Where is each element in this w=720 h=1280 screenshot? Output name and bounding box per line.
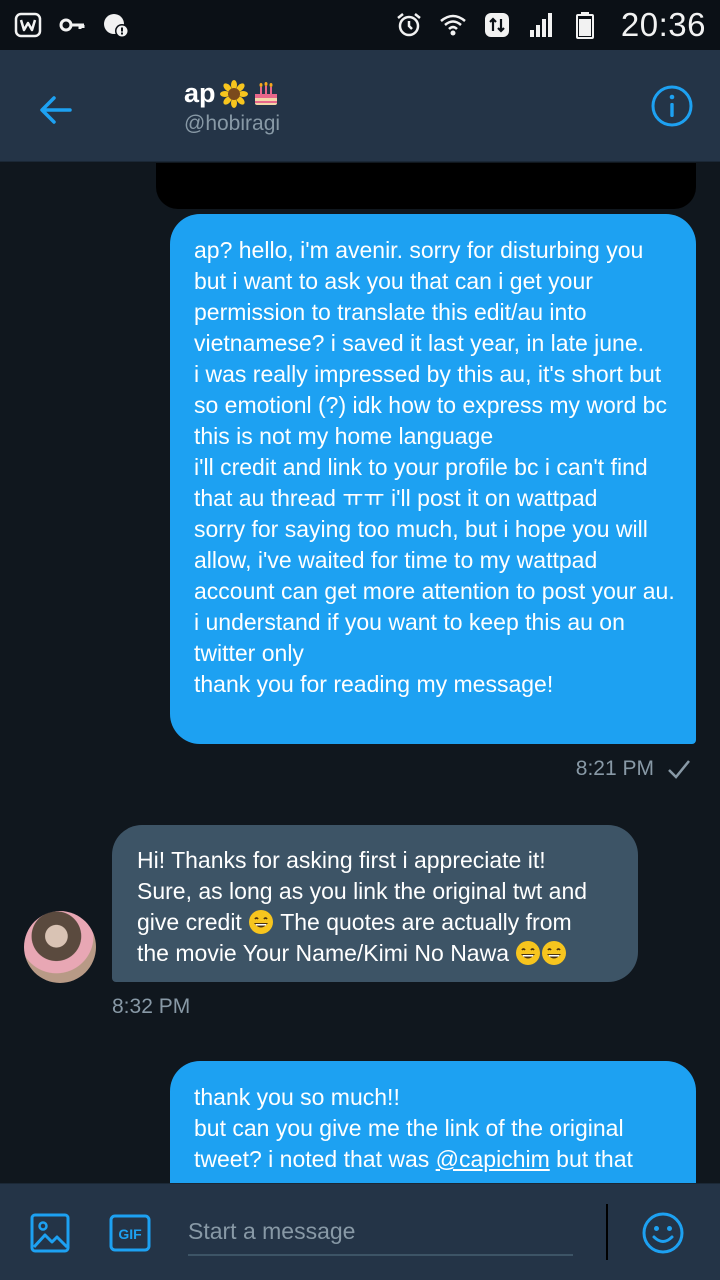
contact-handle: @hobiragi	[184, 112, 281, 135]
birthday-cake-emoji-icon	[252, 80, 280, 108]
message-meta: 8:32 PM	[112, 995, 190, 1019]
svg-text:GIF: GIF	[118, 1226, 142, 1242]
data-icon	[483, 11, 511, 39]
grinning-face-emoji-icon	[248, 909, 274, 935]
info-icon[interactable]	[650, 84, 694, 128]
avatar[interactable]	[24, 911, 96, 983]
contact-name[interactable]: ap	[184, 78, 280, 109]
key-icon	[58, 11, 86, 39]
message-input[interactable]	[188, 1204, 573, 1256]
notification-icon	[102, 11, 130, 39]
message-timestamp: 8:21 PM	[575, 757, 654, 780]
message-composer: GIF	[0, 1183, 720, 1280]
back-arrow-icon[interactable]	[34, 88, 78, 132]
conversation-header: ap @hobiragi	[0, 50, 720, 162]
status-time: 20:36	[620, 6, 706, 43]
wifi-icon	[439, 11, 467, 39]
status-bar: 20:36	[0, 0, 720, 50]
mention-link[interactable]: @capichim	[436, 1146, 550, 1172]
emoji-icon[interactable]	[641, 1211, 685, 1255]
divider	[606, 1204, 608, 1260]
contact-name-text: ap	[184, 78, 216, 108]
alarm-icon	[395, 11, 423, 39]
message-meta: 8:21 PM	[576, 756, 692, 782]
grinning-face-emoji-icon	[515, 940, 541, 966]
image-icon[interactable]	[28, 1211, 72, 1255]
media-attachment-preview[interactable]	[156, 163, 696, 209]
battery-icon	[571, 11, 599, 39]
message-bubble-outgoing[interactable]: ap? hello, i'm avenir. sorry for disturb…	[170, 214, 696, 744]
message-list[interactable]: ap? hello, i'm avenir. sorry for disturb…	[0, 163, 720, 1183]
message-bubble-incoming[interactable]: Hi! Thanks for asking first i appreciate…	[112, 825, 638, 982]
signal-icon	[527, 11, 555, 39]
wattpad-icon	[14, 11, 42, 39]
sent-checkmark-icon	[666, 756, 692, 782]
message-timestamp: 8:32 PM	[112, 995, 191, 1018]
grinning-face-emoji-icon	[541, 940, 567, 966]
gif-icon[interactable]: GIF	[108, 1211, 152, 1255]
sunflower-emoji-icon	[219, 79, 248, 108]
message-text-part: but that	[549, 1146, 633, 1172]
message-bubble-outgoing[interactable]: thank you so much!! but can you give me …	[170, 1061, 696, 1183]
